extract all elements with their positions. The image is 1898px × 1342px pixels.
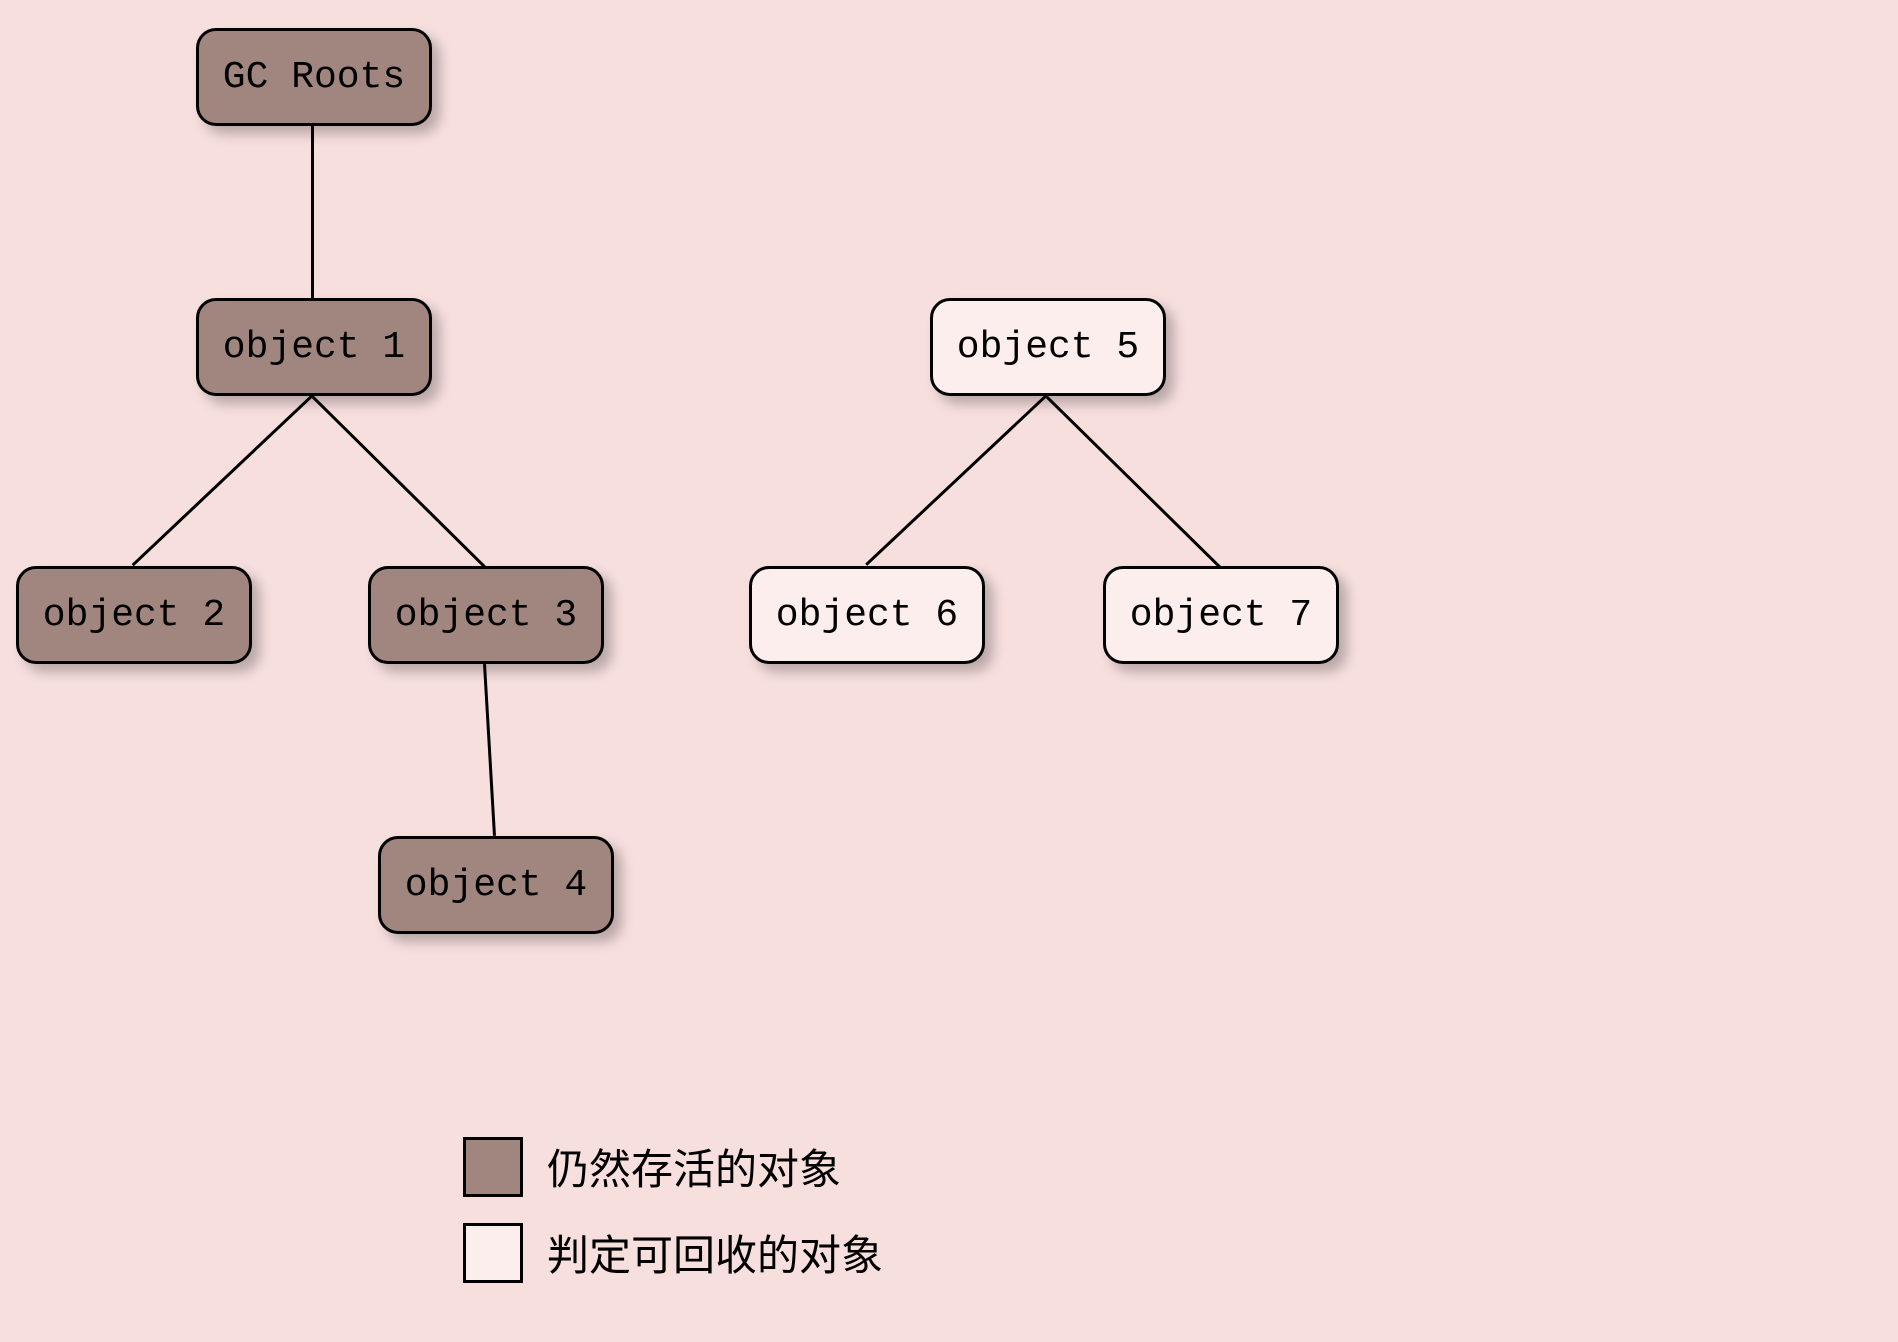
node-gc-roots: GC Roots — [196, 28, 432, 126]
node-label: object 6 — [776, 594, 958, 637]
edge — [311, 126, 314, 298]
legend-alive: 仍然存活的对象 — [463, 1136, 841, 1197]
node-label: object 1 — [223, 326, 405, 369]
node-object-3: object 3 — [368, 566, 604, 664]
edge — [132, 394, 314, 566]
legend-swatch-recyclable — [463, 1223, 523, 1283]
node-label: object 4 — [405, 864, 587, 907]
node-object-5: object 5 — [930, 298, 1166, 396]
node-label: object 2 — [43, 594, 225, 637]
edge — [865, 394, 1048, 566]
legend-label-recyclable: 判定可回收的对象 — [547, 1222, 883, 1283]
node-object-2: object 2 — [16, 566, 252, 664]
edge — [1046, 396, 1221, 568]
legend-swatch-alive — [463, 1137, 523, 1197]
node-object-1: object 1 — [196, 298, 432, 396]
node-object-7: object 7 — [1103, 566, 1339, 664]
node-label: object 3 — [395, 594, 577, 637]
edge — [312, 396, 486, 568]
node-label: object 7 — [1130, 594, 1312, 637]
node-object-4: object 4 — [378, 836, 614, 934]
legend-label-alive: 仍然存活的对象 — [547, 1136, 841, 1197]
node-label: object 5 — [957, 326, 1139, 369]
node-object-6: object 6 — [749, 566, 985, 664]
node-label: GC Roots — [223, 56, 405, 99]
edge — [483, 664, 496, 836]
legend-recyclable: 判定可回收的对象 — [463, 1222, 883, 1283]
